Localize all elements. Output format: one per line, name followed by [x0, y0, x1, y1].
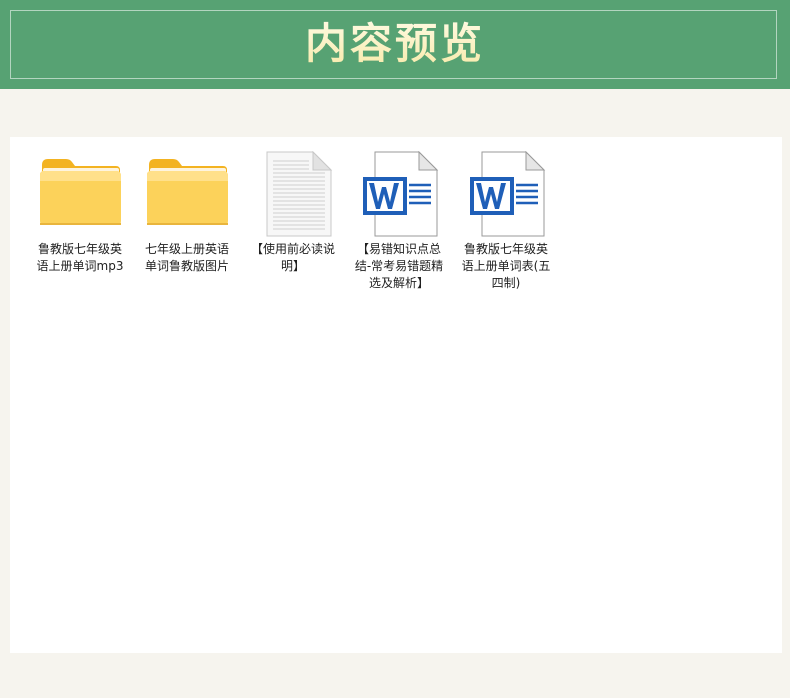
page-title: 内容预览: [0, 15, 790, 73]
file-label: 七年级上册英语单词鲁教版图片: [144, 242, 229, 273]
file-label: 【使用前必读说明】: [250, 242, 335, 273]
folder-icon: [147, 159, 228, 225]
file-label: 鲁教版七年级英语上册单词表(五四制): [461, 242, 551, 290]
word-file-icon: [470, 151, 546, 237]
folder-icon: [40, 159, 121, 225]
file-item-mistakes-doc[interactable]: 【易错知识点总结-常考易错题精选及解析】: [350, 151, 448, 292]
file-item-folder-mp3[interactable]: 鲁教版七年级英语上册单词mp3: [31, 151, 129, 275]
file-item-readme[interactable]: 【使用前必读说明】: [244, 151, 342, 275]
file-label: 【易错知识点总结-常考易错题精选及解析】: [354, 242, 444, 290]
file-item-wordlist-doc[interactable]: 鲁教版七年级英语上册单词表(五四制): [457, 151, 555, 292]
word-file-icon: [363, 151, 439, 237]
file-label: 鲁教版七年级英语上册单词mp3: [36, 242, 124, 273]
file-item-folder-images[interactable]: 七年级上册英语单词鲁教版图片: [138, 151, 236, 275]
text-file-icon: [266, 151, 333, 237]
header-banner: 内容预览: [0, 0, 790, 89]
file-preview-panel: 鲁教版七年级英语上册单词mp3 七年级上册英语单词鲁教版图片 【使用前必读说明】…: [10, 137, 782, 653]
